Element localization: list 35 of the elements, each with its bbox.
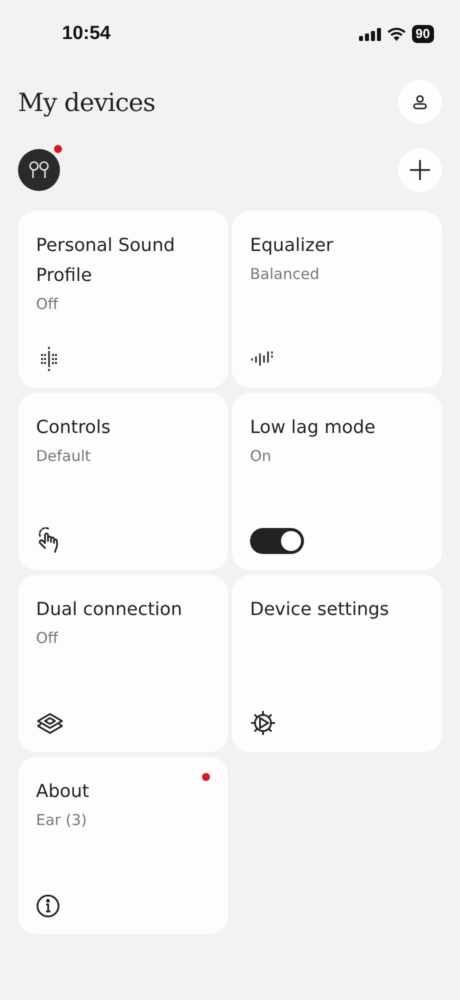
profile-button[interactable] xyxy=(398,80,442,124)
card-value: Ear (3) xyxy=(36,810,88,831)
settings-card[interactable]: Equalizer Balanced xyxy=(232,211,442,388)
settings-card[interactable]: Low lag mode On xyxy=(232,393,442,570)
layers-icon xyxy=(36,712,64,736)
info-icon xyxy=(36,894,60,918)
status-time: 10:54 xyxy=(62,23,111,45)
earbuds-icon xyxy=(27,160,51,180)
card-title: Device settings xyxy=(250,598,390,622)
person-icon xyxy=(412,94,428,110)
card-title: Equalizer xyxy=(250,234,334,258)
settings-card[interactable]: Controls Default xyxy=(18,393,228,570)
wifi-icon xyxy=(386,27,406,41)
card-value: On xyxy=(250,446,272,467)
gear-icon xyxy=(250,710,276,736)
toggle-switch[interactable] xyxy=(250,528,304,554)
settings-card[interactable]: Device settings xyxy=(232,575,442,752)
add-button[interactable] xyxy=(398,148,442,192)
earbuds-device-button[interactable] xyxy=(18,149,60,191)
signal-icon xyxy=(358,28,381,40)
card-title: Low lag mode xyxy=(250,416,376,440)
card-value: Off xyxy=(36,628,60,649)
battery-level: 90 xyxy=(412,25,434,43)
page-title: My devices xyxy=(18,88,156,116)
card-title: About xyxy=(36,780,90,804)
plus-icon xyxy=(409,159,431,181)
card-value: Off xyxy=(36,294,60,315)
card-value: Balanced xyxy=(250,264,320,285)
card-value: Default xyxy=(36,446,92,467)
settings-card[interactable]: Personal Sound Profile Off xyxy=(18,211,228,388)
card-title: Controls xyxy=(36,416,112,440)
card-title: Dual connection xyxy=(36,598,184,622)
settings-card[interactable]: About Ear (3) xyxy=(18,757,228,934)
card-title: Personal Sound Profile xyxy=(36,234,176,288)
settings-card[interactable]: Dual connection Off xyxy=(18,575,228,752)
